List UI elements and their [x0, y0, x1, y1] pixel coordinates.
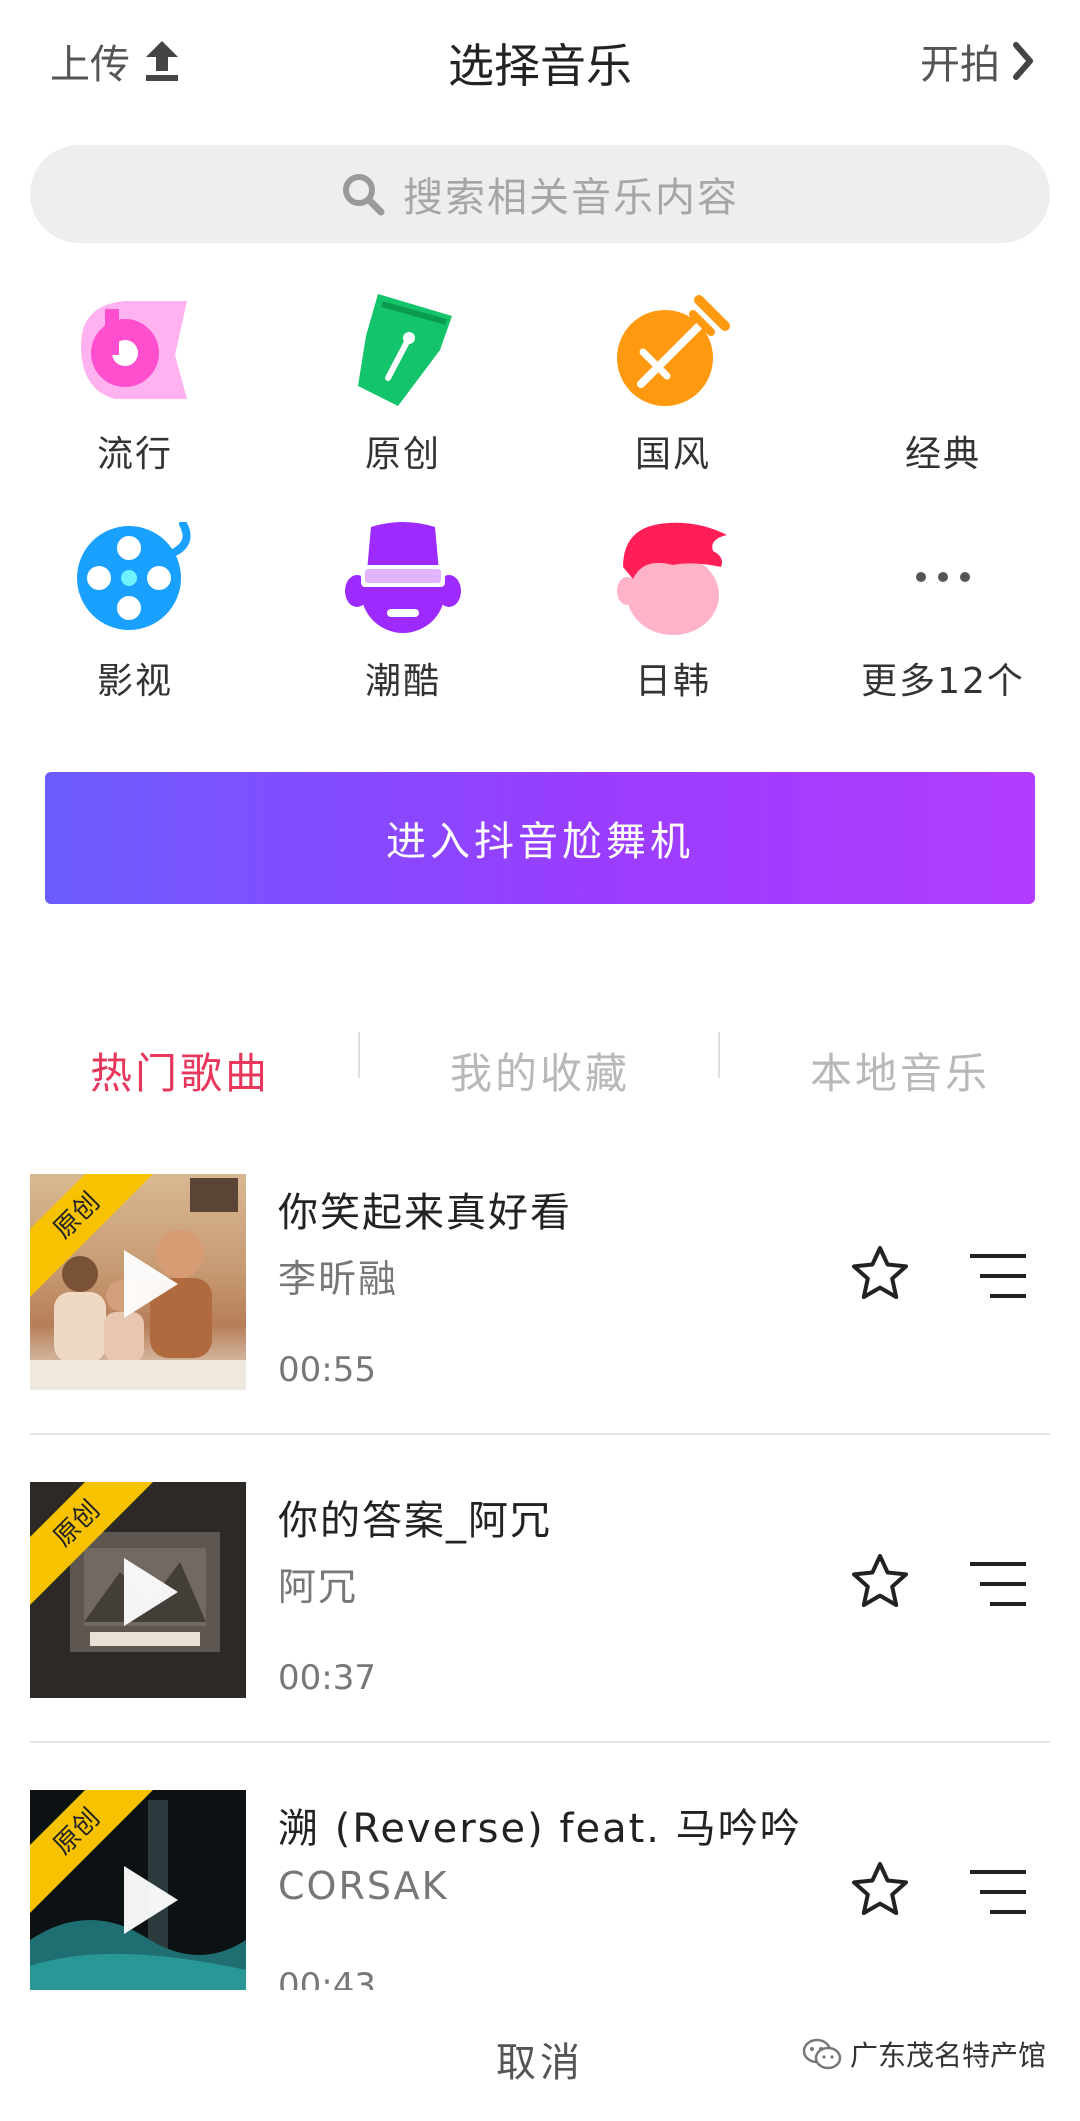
play-icon[interactable] — [106, 1244, 186, 1324]
song-cover[interactable]: 原创 — [30, 1482, 246, 1698]
song-row[interactable]: 原创 你笑起来真好看 李昕融 00:55 — [0, 1174, 1080, 1482]
song-options-icon[interactable] — [968, 1560, 1028, 1608]
bottom-bar: 取消 广东茂名特产馆 — [0, 1990, 1080, 2121]
shoot-label: 开拍 — [920, 42, 1000, 88]
favorite-star-icon[interactable] — [850, 1244, 910, 1304]
song-duration: 00:55 — [278, 1350, 376, 1390]
category-label: 更多12个 — [861, 661, 1025, 702]
category-film[interactable]: 影视 — [20, 512, 250, 704]
category-cool[interactable]: 潮酷 — [288, 512, 518, 704]
dance-machine-button[interactable]: 进入抖音尬舞机 — [45, 772, 1035, 904]
favorite-star-icon[interactable] — [850, 1552, 910, 1612]
song-duration: 00:37 — [278, 1658, 376, 1698]
song-artist: 阿冗 — [278, 1565, 359, 1609]
song-artist: CORSAK — [278, 1864, 449, 1908]
category-classic[interactable]: 经典 — [828, 285, 1058, 477]
wechat-icon — [802, 2038, 842, 2070]
category-more[interactable]: 更多12个 — [828, 512, 1058, 704]
song-title: 你的答案_阿冗 — [278, 1498, 552, 1544]
category-label: 国风 — [634, 434, 711, 475]
play-icon[interactable] — [106, 1552, 186, 1632]
category-jpkr[interactable]: 日韩 — [558, 512, 788, 704]
song-options-icon[interactable] — [968, 1252, 1028, 1300]
category-label: 流行 — [96, 434, 173, 475]
row-divider — [30, 1433, 1050, 1435]
watermark: 广东茂名特产馆 — [802, 2034, 1046, 2074]
tab-local-music[interactable]: 本地音乐 — [720, 1040, 1080, 1101]
category-label: 日韩 — [634, 661, 711, 702]
category-label: 潮酷 — [364, 661, 441, 702]
red-hair-icon — [617, 522, 727, 635]
category-label: 影视 — [96, 661, 173, 702]
category-pop[interactable]: 流行 — [20, 285, 250, 477]
search-placeholder: 搜索相关音乐内容 — [403, 175, 739, 221]
song-title: 溯 (Reverse) feat. 马吟吟 — [278, 1806, 802, 1852]
pop-icon — [81, 301, 187, 399]
chevron-right-icon — [1013, 42, 1033, 80]
music-tabs: 热门歌曲 我的收藏 本地音乐 — [0, 1020, 1080, 1120]
cool-face-icon — [345, 522, 461, 633]
favorite-star-icon[interactable] — [850, 1860, 910, 1920]
category-label: 原创 — [364, 434, 441, 475]
shoot-button[interactable]: 开拍 — [920, 32, 1036, 90]
song-cover[interactable]: 原创 — [30, 1790, 246, 2006]
row-divider — [30, 1741, 1050, 1743]
category-guofeng[interactable]: 国风 — [558, 285, 788, 477]
more-dots-icon — [916, 572, 970, 582]
search-input[interactable]: 搜索相关音乐内容 — [30, 145, 1050, 243]
category-original[interactable]: 原创 — [288, 285, 518, 477]
tab-my-favorites[interactable]: 我的收藏 — [360, 1040, 720, 1101]
page-title: 选择音乐 — [448, 39, 632, 93]
play-icon[interactable] — [106, 1860, 186, 1940]
song-artist: 李昕融 — [278, 1257, 399, 1301]
film-reel-icon — [77, 522, 191, 630]
song-title: 你笑起来真好看 — [278, 1190, 572, 1236]
watermark-text: 广东茂名特产馆 — [849, 2039, 1046, 2072]
top-bar: 上传 选择音乐 开拍 — [0, 0, 1080, 120]
tab-hot-songs[interactable]: 热门歌曲 — [0, 1040, 360, 1101]
song-row[interactable]: 原创 你的答案_阿冗 阿冗 00:37 — [0, 1482, 1080, 1790]
search-icon — [343, 174, 385, 216]
category-label: 经典 — [904, 434, 981, 475]
pen-icon — [358, 294, 452, 406]
song-cover[interactable]: 原创 — [30, 1174, 246, 1390]
song-options-icon[interactable] — [968, 1868, 1028, 1916]
pipa-icon — [617, 295, 730, 406]
